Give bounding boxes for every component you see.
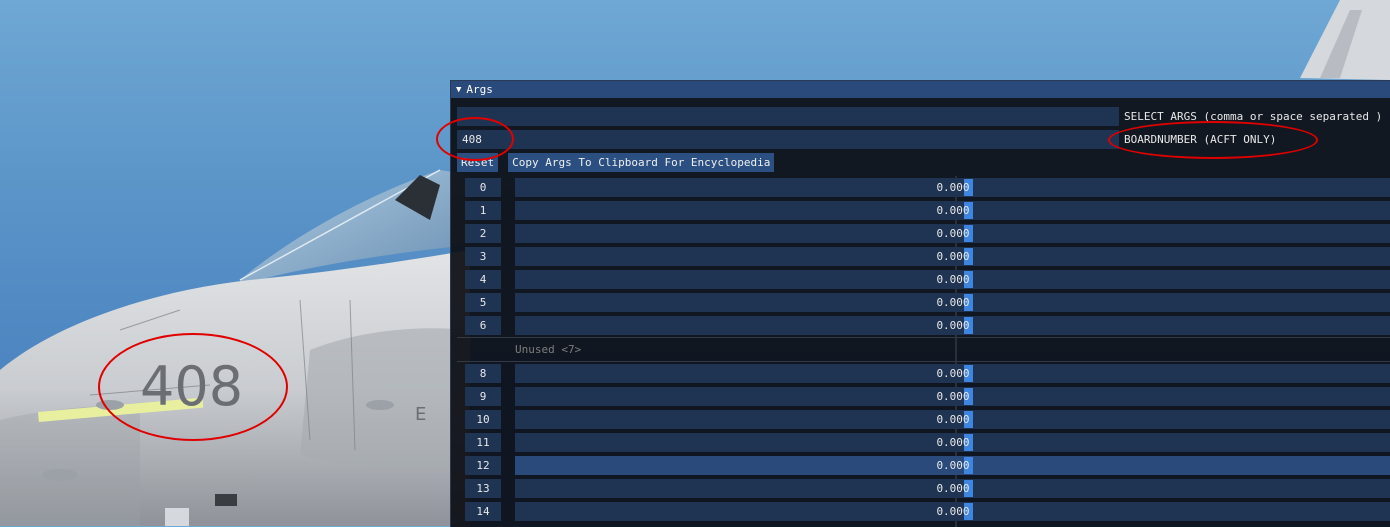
arg-slider[interactable]: 0.000 [515, 433, 1390, 452]
arg-id-button[interactable]: 14 [465, 502, 501, 521]
arg-row: 8 0.000 [457, 362, 1390, 385]
arg-group-1: 0 0.000 1 0.000 2 0.000 3 0.000 4 0.000 … [457, 176, 1390, 337]
arg-row: 11 0.000 [457, 431, 1390, 454]
arg-slider[interactable]: 0.000 [515, 456, 1390, 475]
arg-id-button[interactable]: 3 [465, 247, 501, 266]
arg-value: 0.000 [936, 413, 970, 426]
arg-row: 6 0.000 [457, 314, 1390, 337]
arg-value: 0.000 [936, 436, 970, 449]
arg-slider[interactable]: 0.000 [515, 178, 1390, 197]
arg-row: 0 0.000 [457, 176, 1390, 199]
arg-value: 0.000 [936, 273, 970, 286]
arg-row: 2 0.000 [457, 222, 1390, 245]
arg-id-button[interactable]: 13 [465, 479, 501, 498]
arg-slider[interactable]: 0.000 [515, 270, 1390, 289]
arg-row: 13 0.000 [457, 477, 1390, 500]
arg-group-2: 8 0.000 9 0.000 10 0.000 11 0.000 12 0.0… [457, 361, 1390, 523]
arg-slider[interactable]: 0.000 [515, 224, 1390, 243]
board-number-label: BOARDNUMBER (ACFT ONLY) [1124, 133, 1277, 146]
arg-value: 0.000 [936, 367, 970, 380]
unused-arg-label: Unused <7> [515, 343, 582, 356]
arg-value: 0.000 [936, 459, 970, 472]
reset-button[interactable]: Reset [457, 153, 499, 172]
window-title-bar[interactable]: ▼ Args [451, 81, 1390, 98]
arg-slider[interactable]: 0.000 [515, 247, 1390, 266]
args-window: ▼ Args SELECT ARGS (comma or space separ… [450, 80, 1390, 527]
arg-list: 0 0.000 1 0.000 2 0.000 3 0.000 4 0.000 … [457, 176, 1390, 523]
button-row: Reset Copy Args To Clipboard For Encyclo… [457, 153, 775, 172]
select-args-input[interactable] [457, 107, 1119, 126]
arg-value: 0.000 [936, 296, 970, 309]
arg-value: 0.000 [936, 319, 970, 332]
arg-row: 14 0.000 [457, 500, 1390, 523]
select-args-row: SELECT ARGS (comma or space separated ) [457, 107, 1382, 126]
arg-value: 0.000 [936, 227, 970, 240]
arg-slider[interactable]: 0.000 [515, 364, 1390, 383]
arg-id-button[interactable]: 10 [465, 410, 501, 429]
arg-value: 0.000 [936, 250, 970, 263]
window-title: Args [466, 83, 493, 96]
copy-args-button[interactable]: Copy Args To Clipboard For Encyclopedia [508, 153, 775, 172]
arg-id-button[interactable]: 6 [465, 316, 501, 335]
arg-value: 0.000 [936, 505, 970, 518]
arg-slider[interactable]: 0.000 [515, 387, 1390, 406]
svg-text:E: E [415, 404, 426, 425]
arg-id-button[interactable]: 9 [465, 387, 501, 406]
arg-id-button[interactable]: 12 [465, 456, 501, 475]
arg-value: 0.000 [936, 181, 970, 194]
arg-id-button[interactable]: 11 [465, 433, 501, 452]
arg-slider[interactable]: 0.000 [515, 410, 1390, 429]
arg-id-button[interactable]: 2 [465, 224, 501, 243]
arg-value: 0.000 [936, 390, 970, 403]
arg-value: 0.000 [936, 482, 970, 495]
select-args-label: SELECT ARGS (comma or space separated ) [1124, 110, 1383, 123]
arg-value: 0.000 [936, 204, 970, 217]
arg-id-button[interactable]: 1 [465, 201, 501, 220]
arg-slider[interactable]: 0.000 [515, 479, 1390, 498]
arg-row: 4 0.000 [457, 268, 1390, 291]
arg-row: 12 0.000 [457, 454, 1390, 477]
board-number-row: 408 BOARDNUMBER (ACFT ONLY) [457, 130, 1276, 149]
triangle-down-icon[interactable]: ▼ [456, 85, 461, 95]
arg-slider[interactable]: 0.000 [515, 316, 1390, 335]
arg-id-button[interactable]: 0 [465, 178, 501, 197]
painted-board-number: 408 [140, 355, 243, 418]
arg-slider[interactable]: 0.000 [515, 502, 1390, 521]
arg-slider[interactable]: 0.000 [515, 293, 1390, 312]
arg-row: 10 0.000 [457, 408, 1390, 431]
arg-id-button[interactable]: 4 [465, 270, 501, 289]
arg-row: 5 0.000 [457, 291, 1390, 314]
unused-arg-row: Unused <7> [457, 337, 1390, 361]
arg-row: 1 0.000 [457, 199, 1390, 222]
arg-slider[interactable]: 0.000 [515, 201, 1390, 220]
arg-id-button[interactable]: 8 [465, 364, 501, 383]
arg-id-button[interactable]: 5 [465, 293, 501, 312]
arg-row: 9 0.000 [457, 385, 1390, 408]
board-number-input[interactable]: 408 [457, 130, 1119, 149]
arg-row: 3 0.000 [457, 245, 1390, 268]
